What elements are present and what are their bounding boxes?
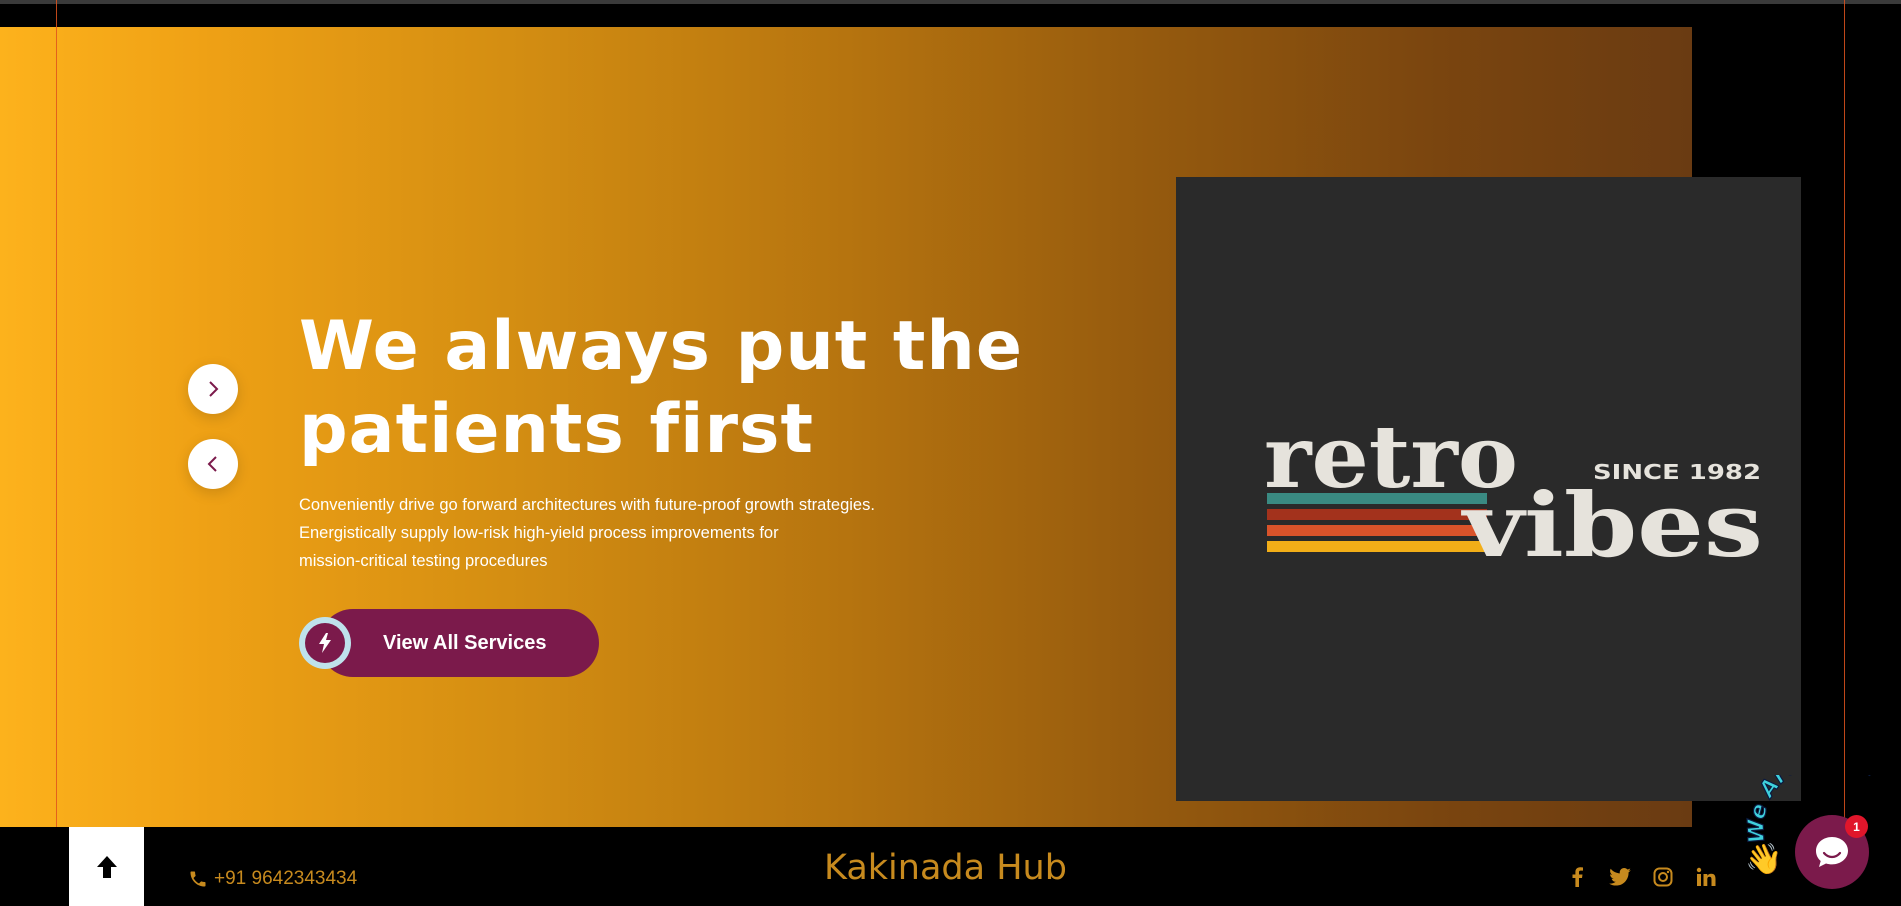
hero-headline: We always put the patients first [299, 307, 1023, 469]
instagram-icon[interactable] [1652, 866, 1674, 888]
arrow-up-icon [96, 855, 117, 878]
cta-icon-ring [299, 617, 351, 669]
facebook-icon[interactable] [1566, 866, 1588, 888]
logo-tagline: SINCE 1982 [1593, 460, 1761, 484]
retro-vibes-logo: retro vibes SINCE 1982 [1264, 407, 1763, 577]
browser-top-edge [0, 0, 1901, 4]
slider-next-button[interactable] [188, 364, 238, 414]
cta-label: View All Services [383, 631, 547, 654]
chat-widget[interactable]: We Are Here! 👋 1 [1745, 775, 1901, 906]
lightning-bolt-icon [319, 633, 331, 653]
chevron-left-icon [207, 456, 217, 472]
phone-icon [190, 871, 206, 887]
wave-emoji: 👋 [1745, 843, 1783, 876]
footer-phone[interactable]: +91 9642343434 [188, 868, 357, 890]
social-links [1566, 866, 1717, 888]
layout-guide-left [56, 0, 57, 906]
chat-bubble-icon [1816, 837, 1848, 867]
twitter-icon[interactable] [1609, 866, 1631, 888]
logo-stripe-brown [1267, 509, 1487, 520]
logo-stripe-yellow [1267, 541, 1487, 552]
hero-description: Conveniently drive go forward architectu… [299, 491, 939, 575]
layout-guide-right [1844, 0, 1845, 906]
hero-description-line: Energistically supply low-risk high-yiel… [299, 524, 779, 542]
linkedin-icon[interactable] [1695, 866, 1717, 888]
phone-number[interactable]: +91 9642343434 [214, 868, 357, 890]
chat-unread-badge: 1 [1845, 815, 1868, 838]
hero-description-line: mission-critical testing procedures [299, 552, 548, 570]
cta-pill[interactable]: View All Services [319, 609, 599, 677]
back-to-top-button[interactable] [69, 827, 144, 906]
view-all-services-button[interactable]: View All Services [299, 609, 599, 677]
slider-prev-button[interactable] [188, 439, 238, 489]
logo-stripe-orange [1267, 525, 1487, 536]
hero-description-line: Conveniently drive go forward architectu… [299, 496, 875, 514]
retro-vibes-logo-card: retro vibes SINCE 1982 [1176, 177, 1801, 801]
logo-word-vibes: vibes [1461, 473, 1763, 577]
footer-brand[interactable]: Kakinada Hub [824, 848, 1067, 888]
chevron-right-icon [209, 381, 219, 397]
